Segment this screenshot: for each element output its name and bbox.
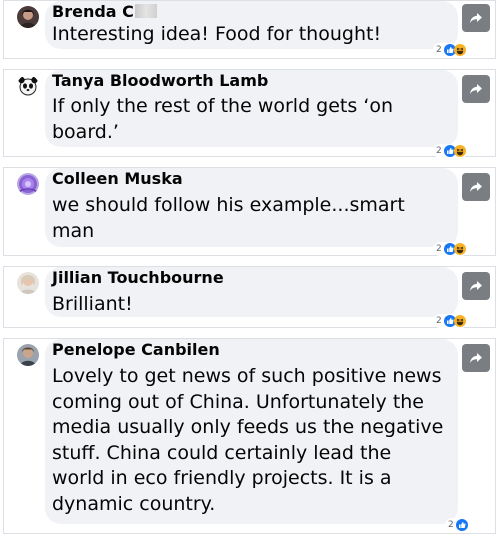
comment-text: If only the rest of the world gets ‘on b… [52,95,394,143]
reaction-count: 2 [436,146,442,156]
reaction-count: 2 [448,520,454,530]
comment-bubble: Colleen Muska we should follow his examp… [45,168,458,247]
comment-text: Interesting idea! Food for thought! [52,23,382,45]
reaction-summary[interactable]: 2 [433,314,468,328]
comment-text: Brilliant! [52,293,133,315]
haha-icon [453,243,466,255]
comment-bubble: Brenda C Interesting idea! Food for thou… [45,1,458,49]
avatar[interactable] [17,272,39,294]
haha-icon [453,145,466,157]
comment-card: Colleen Muska we should follow his examp… [3,167,496,256]
comment-bubble: Penelope Canbilen Lovely to get news of … [45,339,458,524]
reaction-count: 2 [436,244,442,254]
author-name[interactable]: Colleen Muska [52,169,183,189]
comment-bubble: Jillian Touchbourne Brilliant! [45,267,458,317]
comment-card: Jillian Touchbourne Brilliant! 2 [3,266,496,328]
author-name[interactable]: Penelope Canbilen [52,340,220,360]
share-arrow-icon [470,13,482,23]
redacted-name-blur [134,4,157,18]
comment-card: Penelope Canbilen Lovely to get news of … [3,338,496,534]
reaction-summary[interactable]: 2 [445,518,470,532]
avatar[interactable] [17,75,39,97]
haha-icon [453,315,466,327]
comment-bubble: Tanya Bloodworth Lamb If only the rest o… [45,70,458,147]
avatar[interactable] [17,344,39,366]
share-button[interactable] [462,344,490,372]
reaction-summary[interactable]: 2 [433,144,468,158]
haha-icon [453,44,466,56]
share-button[interactable] [462,75,490,103]
share-button[interactable] [462,272,490,300]
reaction-summary[interactable]: 2 [433,242,468,256]
reaction-count: 2 [436,316,442,326]
comment-text: we should follow his example...smart man [52,194,405,242]
avatar[interactable] [17,6,39,28]
comment-card: Tanya Bloodworth Lamb If only the rest o… [3,69,496,158]
share-button[interactable] [462,173,490,201]
share-arrow-icon [470,353,482,363]
share-button[interactable] [462,4,490,32]
author-name[interactable]: Tanya Bloodworth Lamb [52,71,268,91]
comment-text: Lovely to get news of such positive news… [52,365,444,515]
avatar[interactable] [17,173,39,195]
share-arrow-icon [470,84,482,94]
author-name[interactable]: Brenda C [52,2,157,22]
share-arrow-icon [470,281,482,291]
comment-card: Brenda C Interesting idea! Food for thou… [3,0,496,59]
reaction-count: 2 [436,45,442,55]
like-icon [455,519,468,531]
reaction-summary[interactable]: 2 [433,43,468,57]
author-name[interactable]: Jillian Touchbourne [52,268,224,288]
share-arrow-icon [470,182,482,192]
